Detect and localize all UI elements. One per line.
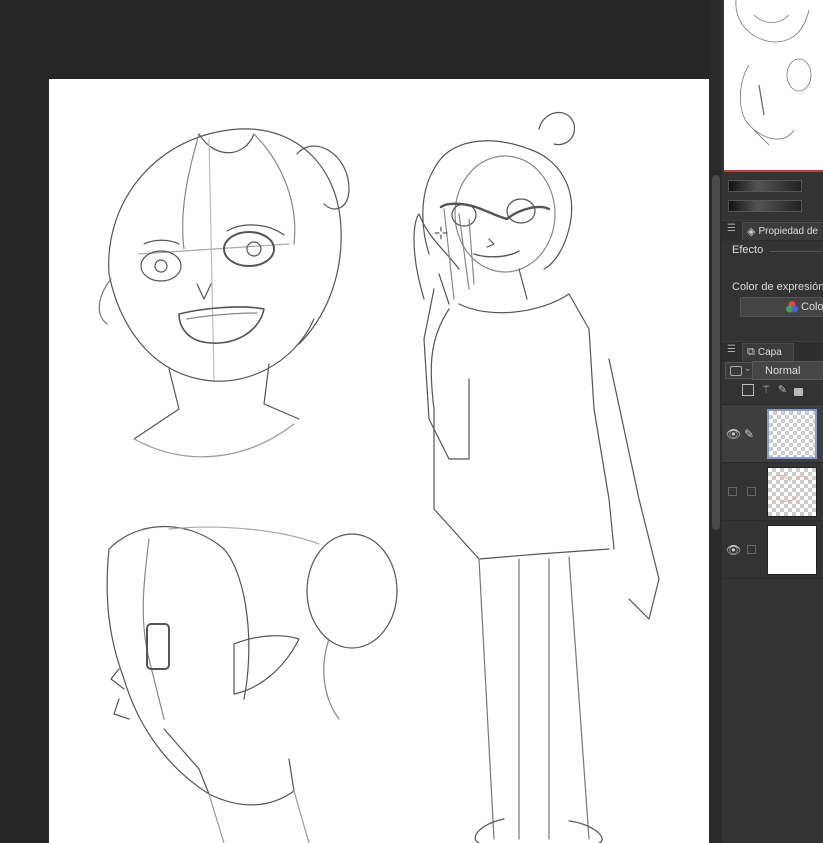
edit-slot-empty[interactable] — [747, 487, 756, 496]
color-button-label: Colo — [801, 301, 823, 313]
layer-tab-label: Capa — [757, 347, 782, 358]
tool-property-tab-label: Propiedad de — [758, 226, 818, 237]
effect-label: Efecto — [732, 244, 764, 256]
layer-toolbar: ⚚ ✎ — [742, 384, 804, 396]
layer-thumbnail — [767, 467, 817, 517]
clip-layer-icon[interactable] — [742, 384, 754, 396]
full-body-sketch — [413, 112, 660, 843]
reference-layer-icon[interactable]: ⚚ — [761, 384, 771, 396]
expression-color-button[interactable]: Colo — [740, 297, 823, 317]
tool-property-icon: ◈ — [747, 226, 756, 238]
draft-layer-icon[interactable]: ✎ — [778, 384, 787, 396]
sketch-artwork — [98, 112, 660, 843]
layer-thumbnail — [767, 409, 817, 459]
pencil-icon[interactable]: ✎ — [744, 427, 758, 441]
layer-row[interactable]: 👁 ✎ — [722, 405, 823, 463]
blend-mode-value: Normal — [765, 364, 801, 377]
chevron-down-icon: ⌄ — [744, 363, 752, 373]
blend-mode-select[interactable]: Normal — [752, 361, 823, 380]
layer-color-toggle[interactable]: ⌄ — [725, 362, 753, 379]
lock-icon[interactable] — [794, 388, 804, 396]
stroke-preview-thin — [728, 200, 802, 212]
layers-icon: ⧉ — [747, 346, 755, 358]
layer-row[interactable] — [722, 463, 823, 521]
hamburger-icon[interactable]: ☰ — [727, 344, 736, 355]
effect-divider — [770, 251, 823, 252]
canvas-workspace[interactable] — [0, 0, 710, 843]
scrollbar-thumb[interactable] — [712, 175, 720, 530]
eye-icon[interactable]: 👁 — [726, 427, 741, 441]
layer-tab-bar: ☰ ⧉ Capa — [722, 341, 823, 362]
tab-layer[interactable]: ⧉ Capa — [742, 343, 794, 361]
layer-row[interactable]: 👁 — [722, 521, 823, 579]
navigator-thumbnail — [735, 0, 812, 146]
color-wheel-icon — [785, 300, 799, 314]
crosshair-cursor — [434, 226, 448, 240]
vertical-scrollbar[interactable] — [710, 0, 722, 843]
hamburger-icon[interactable]: ☰ — [727, 223, 736, 234]
tool-property-tab-bar: ☰ ◈ Propiedad de — [722, 220, 823, 241]
stroke-preview-thick — [728, 180, 802, 192]
visibility-toggle-off[interactable] — [728, 487, 737, 496]
eye-icon[interactable]: 👁 — [726, 543, 741, 557]
brush-stroke-preview[interactable] — [722, 172, 823, 220]
navigator-preview[interactable] — [724, 0, 823, 172]
color-square-icon — [730, 366, 742, 376]
layer-thumbnail — [767, 525, 817, 575]
side-head-sketch — [106, 525, 398, 843]
right-panel: ☰ ◈ Propiedad de Efecto Color de expresi… — [722, 0, 823, 843]
tab-tool-property[interactable]: ◈ Propiedad de — [742, 222, 823, 240]
front-head-sketch — [98, 128, 350, 458]
expression-color-label: Color de expresión — [732, 281, 823, 293]
drawing-canvas[interactable] — [49, 79, 709, 843]
edit-slot-empty[interactable] — [747, 545, 756, 554]
